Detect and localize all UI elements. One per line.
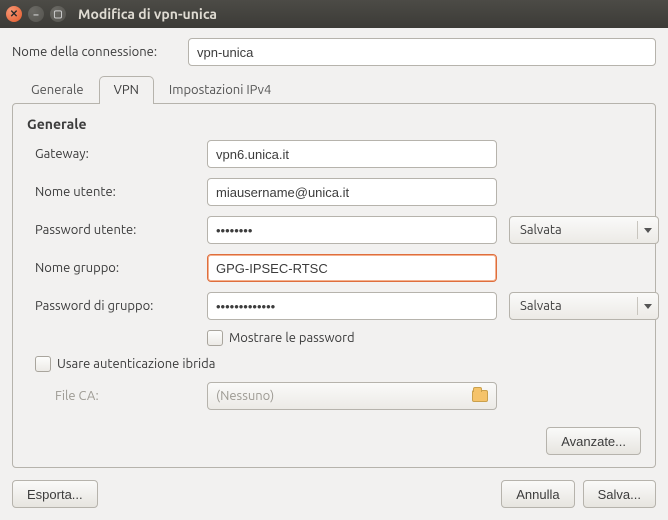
- connection-name-input[interactable]: [188, 38, 656, 66]
- fileca-label: File CA:: [55, 389, 195, 403]
- export-button[interactable]: Esporta...: [12, 480, 98, 508]
- form-grid: Gateway: Nome utente: Password utente: S…: [35, 140, 641, 346]
- show-passwords-checkbox[interactable]: [207, 330, 223, 346]
- grouppass-input[interactable]: [207, 292, 497, 320]
- cancel-button[interactable]: Annulla: [501, 480, 574, 508]
- tab-general[interactable]: Generale: [16, 76, 99, 104]
- tab-panel-vpn: Generale Gateway: Nome utente: Password …: [12, 103, 656, 468]
- section-title: Generale: [27, 116, 641, 132]
- folder-icon: [472, 390, 488, 402]
- grouppass-store-combo[interactable]: Salvata: [509, 292, 659, 320]
- show-passwords-label: Mostrare le password: [229, 331, 355, 345]
- save-button[interactable]: Salva...: [583, 480, 656, 508]
- show-passwords-row[interactable]: Mostrare le password: [207, 330, 497, 346]
- tab-ipv4[interactable]: Impostazioni IPv4: [154, 76, 286, 104]
- advanced-button[interactable]: Avanzate...: [546, 427, 641, 455]
- hybrid-auth-label: Usare autenticazione ibrida: [57, 357, 215, 371]
- userpass-store-combo[interactable]: Salvata: [509, 216, 659, 244]
- bottom-bar: Esporta... Annulla Salva...: [12, 480, 656, 508]
- grouppass-label: Password di gruppo:: [35, 299, 195, 313]
- hybrid-auth-row[interactable]: Usare autenticazione ibrida: [35, 356, 641, 372]
- gateway-input[interactable]: [207, 140, 497, 168]
- groupname-label: Nome gruppo:: [35, 261, 195, 275]
- tab-vpn[interactable]: VPN: [99, 76, 154, 104]
- chevron-down-icon: [644, 228, 652, 233]
- userpass-label: Password utente:: [35, 223, 195, 237]
- connection-name-row: Nome della connessione:: [12, 38, 656, 66]
- chevron-down-icon: [644, 304, 652, 309]
- tabs: Generale VPN Impostazioni IPv4: [12, 76, 656, 103]
- minimize-icon[interactable]: –: [28, 6, 44, 22]
- gateway-label: Gateway:: [35, 147, 195, 161]
- groupname-input[interactable]: [207, 254, 497, 282]
- fileca-value: (Nessuno): [216, 389, 274, 403]
- username-label: Nome utente:: [35, 185, 195, 199]
- userpass-input[interactable]: [207, 216, 497, 244]
- close-icon[interactable]: ✕: [6, 6, 22, 22]
- connection-name-label: Nome della connessione:: [12, 45, 180, 59]
- fileca-chooser[interactable]: (Nessuno): [207, 382, 497, 410]
- username-input[interactable]: [207, 178, 497, 206]
- hybrid-auth-checkbox[interactable]: [35, 356, 51, 372]
- dialog-content: Nome della connessione: Generale VPN Imp…: [0, 28, 668, 520]
- titlebar: ✕ – ▢ Modifica di vpn-unica: [0, 0, 668, 28]
- userpass-store-value: Salvata: [520, 223, 562, 237]
- maximize-icon[interactable]: ▢: [50, 6, 66, 22]
- window-title: Modifica di vpn-unica: [78, 6, 217, 22]
- advanced-row: Avanzate...: [27, 417, 641, 455]
- fileca-grid: File CA: (Nessuno): [55, 382, 641, 410]
- grouppass-store-value: Salvata: [520, 299, 562, 313]
